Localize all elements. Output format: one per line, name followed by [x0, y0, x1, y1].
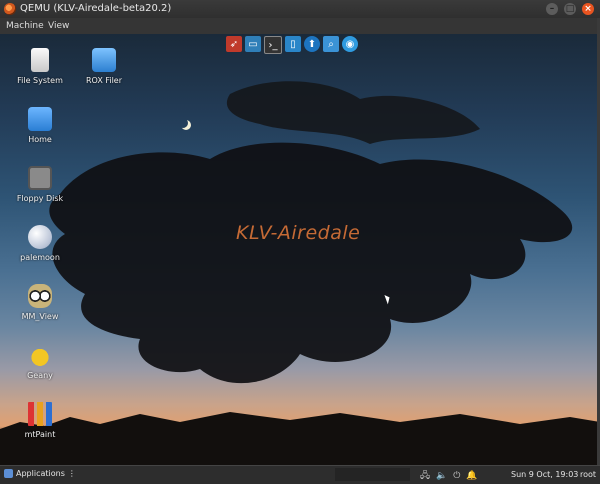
bell-icon[interactable]: 🔔 — [466, 471, 477, 481]
teapot-icon — [28, 343, 52, 367]
icon-label: Floppy Disk — [16, 194, 64, 203]
maximize-button[interactable]: □ — [564, 3, 576, 15]
rocket-icon[interactable]: ➶ — [226, 36, 242, 52]
applications-handle: ⋮ — [67, 469, 76, 478]
owl-icon — [28, 284, 52, 308]
icon-label: Geany — [27, 371, 53, 380]
launcher-bar: ➶ ▭ ›_ ▯ ⬆ ⌕ ◉ — [226, 36, 358, 54]
menu-view[interactable]: View — [48, 21, 69, 31]
window-titlebar: QEMU (KLV-Airedale-beta20.2) – □ × — [0, 0, 600, 18]
icon-label: MM_View — [21, 312, 59, 321]
terminal-icon[interactable]: ›_ — [264, 36, 282, 54]
menu-machine[interactable]: Machine — [6, 21, 44, 31]
icon-label: File System — [17, 76, 63, 85]
cloud-silhouette — [0, 81, 600, 465]
moon-crescent — [178, 118, 188, 128]
power-icon[interactable]: ⏻ — [453, 471, 460, 481]
globe-icon[interactable]: ◉ — [342, 36, 358, 52]
volume-icon[interactable]: 🔈 — [436, 471, 447, 481]
menubar: Machine View — [0, 18, 600, 34]
desktop-icon-floppy-disk[interactable]: Floppy Disk — [10, 166, 70, 203]
window-title: QEMU (KLV-Airedale-beta20.2) — [20, 3, 172, 14]
desktop-icon-file-system[interactable]: File System — [10, 48, 70, 85]
desktop[interactable]: KLV-Airedale ➶ ▭ ›_ ▯ ⬆ ⌕ ◉ File System … — [0, 34, 600, 465]
desktop-brand-text: KLV-Airedale — [236, 222, 361, 244]
floppy-icon — [28, 166, 52, 190]
drive-icon — [31, 48, 49, 72]
desktop-icon-rox-filer[interactable]: ROX Filer — [74, 48, 134, 85]
icon-label: ROX Filer — [85, 76, 123, 85]
desktop-icon-mtpaint[interactable]: mtPaint — [10, 402, 70, 439]
folder-icon — [92, 48, 116, 72]
system-tray: 🖧 🔈 ⏻ 🔔 — [420, 468, 478, 484]
clock[interactable]: Sun 9 Oct, 19:03 — [511, 470, 578, 479]
screen-icon[interactable]: ▭ — [245, 36, 261, 52]
desktop-icon-home[interactable]: Home — [10, 107, 70, 144]
home-folder-icon — [28, 107, 52, 131]
icon-label: mtPaint — [24, 430, 56, 439]
desktop-icon-geany[interactable]: Geany — [10, 343, 70, 380]
phone-icon[interactable]: ▯ — [285, 36, 301, 52]
minimize-button[interactable]: – — [546, 3, 558, 15]
bird-icon[interactable]: ⬆ — [304, 36, 320, 52]
desktop-icon-mm-view[interactable]: MM_View — [10, 284, 70, 321]
applications-label: Applications — [16, 469, 65, 478]
applications-icon — [4, 469, 13, 478]
icon-label: palemoon — [20, 253, 60, 262]
network-icon[interactable]: 🖧 — [420, 468, 430, 484]
desktop-icon-palemoon[interactable]: palemoon — [10, 225, 70, 262]
close-button[interactable]: × — [582, 3, 594, 15]
taskbar: Applications ⋮ 🖧 🔈 ⏻ 🔔 Sun 9 Oct, 19:03 … — [0, 465, 600, 484]
search-icon[interactable]: ⌕ — [323, 36, 339, 52]
moon-icon — [28, 225, 52, 249]
task-list[interactable] — [335, 468, 410, 481]
user-label: root — [580, 470, 597, 479]
pencils-icon — [28, 402, 52, 426]
applications-menu-button[interactable]: Applications ⋮ — [4, 469, 76, 478]
qemu-app-icon — [4, 3, 16, 15]
icon-label: Home — [28, 135, 52, 144]
